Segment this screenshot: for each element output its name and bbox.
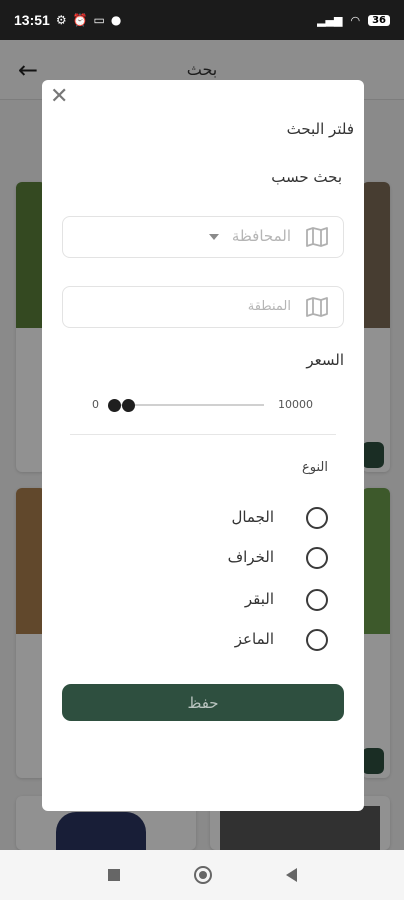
type-option-label: الماعز [234,630,274,648]
divider [70,434,336,435]
recents-icon[interactable] [107,869,120,881]
price-min-value: 0 [92,398,99,411]
filter-title: فلتر البحث [286,120,354,138]
status-bar: 13:51 ⚙ ⏰ ▭ ● ▂▄▆ ◠ 36 [0,0,404,40]
status-notification-icons: ⚙ ⏰ ▭ ● [56,13,122,27]
wifi-icon: ◠ [350,13,361,27]
type-option-cows[interactable]: البقر [178,589,328,613]
gear-icon: ⚙ [55,13,67,27]
type-label: النوع [302,460,328,475]
home-icon[interactable] [193,866,212,884]
status-system-icons: ▂▄▆ ◠ 36 [317,14,390,27]
region-placeholder: المنطقة [247,299,291,314]
save-button[interactable]: حفظ [62,684,344,721]
price-max-handle[interactable] [122,399,135,412]
radio-button[interactable] [306,629,328,651]
signal-icon: ▂▄▆ [317,13,343,27]
type-option-goats[interactable]: الماعز [178,629,328,653]
back-icon[interactable] [285,868,297,882]
type-option-label: الجمال [231,508,274,526]
search-by-label: بحث حسب [271,168,342,186]
type-option-camels[interactable]: الجمال [178,507,328,531]
facebook-icon: ● [110,13,122,27]
radio-button[interactable] [306,589,328,611]
chevron-down-icon [209,234,219,240]
map-icon [306,297,328,317]
price-max-value: 10000 [278,398,313,411]
screen-icon: ▭ [93,13,105,27]
radio-button[interactable] [306,547,328,569]
system-nav-bar [0,850,404,900]
price-range-track[interactable] [114,404,264,406]
alarm-icon: ⏰ [72,13,88,27]
filter-dialog: ✕ فلتر البحث بحث حسب المحافظة المنطقة ال… [42,80,364,811]
close-icon[interactable]: ✕ [50,86,68,108]
status-time: 13:51 [14,12,50,28]
region-field[interactable]: المنطقة [62,286,344,328]
radio-button[interactable] [306,507,328,529]
battery-icon: 36 [368,14,390,26]
price-label: السعر [306,351,344,369]
price-min-handle[interactable] [108,399,121,412]
type-option-label: الخراف [227,548,274,566]
type-option-label: البقر [244,590,274,608]
governorate-select[interactable]: المحافظة [62,216,344,258]
governorate-placeholder: المحافظة [231,227,291,245]
type-option-sheep[interactable]: الخراف [178,547,328,571]
map-icon [306,227,328,247]
